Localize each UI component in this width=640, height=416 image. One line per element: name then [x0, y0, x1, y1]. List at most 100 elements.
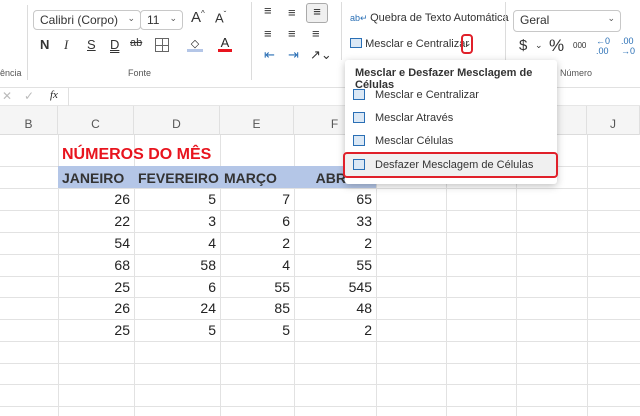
data-cell[interactable]: 2	[294, 319, 376, 341]
font-size-value: 11	[147, 13, 160, 27]
data-cell[interactable]: 48	[294, 297, 376, 319]
font-name-select[interactable]: Calibri (Corpo) ⌄	[33, 10, 141, 30]
number-format-value: Geral	[520, 13, 550, 27]
data-cell[interactable]: 2	[220, 232, 294, 254]
fx-icon[interactable]: fx	[50, 89, 58, 101]
chevron-down-icon: ⌄	[607, 13, 615, 23]
thousands-button[interactable]: 000	[573, 41, 586, 50]
group-label-font: Fonte	[128, 68, 152, 78]
group-label-prev: ência	[0, 68, 22, 78]
percent-button[interactable]: %	[549, 36, 564, 56]
column-header-E[interactable]: E	[220, 106, 294, 135]
increase-indent-icon[interactable]: ⇥	[288, 47, 299, 63]
merge-dropdown-button[interactable]: ⌄	[461, 34, 473, 54]
data-cell[interactable]: 5	[134, 319, 220, 341]
data-cell[interactable]: 55	[294, 254, 376, 276]
divider	[341, 2, 342, 60]
increase-decimal-icon[interactable]: ←0.00	[596, 36, 610, 56]
merge-cells-icon	[353, 135, 365, 146]
data-cell[interactable]: 24	[134, 297, 220, 319]
menu-item-merge-center[interactable]: Mesclar e Centralizar	[345, 84, 557, 106]
chevron-down-icon: ⌄	[169, 13, 177, 23]
column-header-D[interactable]: D	[134, 106, 220, 135]
align-bottom-icon[interactable]: ≡	[306, 3, 328, 23]
data-cell[interactable]: 68	[58, 254, 134, 276]
sheet-title[interactable]: NÚMEROS DO MÊS	[62, 146, 211, 164]
currency-button[interactable]: $	[519, 37, 527, 54]
row-line	[0, 406, 640, 407]
data-cell[interactable]: 26	[58, 188, 134, 210]
menu-item-label: Mesclar e Centralizar	[375, 89, 479, 101]
divider	[251, 2, 252, 80]
divider	[27, 5, 28, 80]
data-cell[interactable]: 65	[294, 188, 376, 210]
data-cell[interactable]: 85	[220, 297, 294, 319]
chevron-down-icon: ⌄	[127, 13, 135, 23]
decrease-decimal-icon[interactable]: .00 →0	[621, 36, 635, 56]
data-cell[interactable]: 33	[294, 210, 376, 232]
group-label-number: Número	[560, 68, 593, 78]
number-format-select[interactable]: Geral ⌄	[513, 10, 621, 32]
align-left-icon[interactable]: ≡	[264, 26, 272, 41]
data-cell[interactable]: 7	[220, 188, 294, 210]
shrink-font-button[interactable]: Aˇ	[215, 10, 226, 25]
menu-item-merge-across[interactable]: Mesclar Através	[345, 107, 557, 129]
data-cell[interactable]: 2	[294, 232, 376, 254]
data-cell[interactable]: 545	[294, 276, 376, 298]
row-line	[0, 341, 640, 342]
row-line	[0, 363, 640, 364]
data-cell[interactable]: 4	[134, 232, 220, 254]
fill-color-icon[interactable]: ◇	[187, 37, 203, 52]
merge-dropdown-menu: Mesclar e Desfazer Mesclagem de Células …	[343, 60, 558, 184]
font-name-value: Calibri (Corpo)	[40, 13, 119, 27]
data-cell[interactable]: 22	[58, 210, 134, 232]
confirm-icon[interactable]: ✓	[24, 89, 34, 103]
merge-center-icon	[353, 89, 365, 100]
strikethrough-button[interactable]: ab	[130, 37, 142, 49]
column-header-B[interactable]: B	[0, 106, 58, 135]
align-right-icon[interactable]: ≡	[312, 26, 320, 41]
column-header-C[interactable]: C	[58, 106, 134, 135]
align-center-icon[interactable]: ≡	[288, 26, 296, 41]
wrap-text-label: Quebra de Texto Automática	[370, 12, 509, 24]
merge-icon	[350, 38, 362, 48]
align-top-icon[interactable]: ≡	[264, 3, 272, 18]
menu-item-merge-cells[interactable]: Mesclar Células	[345, 130, 557, 152]
data-cell[interactable]: 5	[134, 188, 220, 210]
data-cell[interactable]: 58	[134, 254, 220, 276]
wrap-text-button[interactable]: ab↵ Quebra de Texto Automática	[350, 12, 509, 24]
data-cell[interactable]: 4	[220, 254, 294, 276]
data-cell[interactable]: 25	[58, 319, 134, 341]
header-cell[interactable]: JANEIRO	[58, 166, 134, 188]
data-cell[interactable]: 26	[58, 297, 134, 319]
row-line	[0, 384, 640, 385]
cancel-icon[interactable]: ✕	[2, 89, 12, 103]
decrease-indent-icon[interactable]: ⇤	[264, 47, 275, 63]
grow-font-button[interactable]: A^	[191, 9, 205, 26]
orientation-icon[interactable]: ↗⌄	[310, 47, 332, 63]
chevron-down-icon[interactable]: ⌄	[535, 40, 543, 51]
data-cell[interactable]: 6	[220, 210, 294, 232]
align-middle-icon[interactable]: ≡	[288, 5, 296, 20]
column-header-J[interactable]: J	[587, 106, 640, 135]
highlight-outline	[343, 152, 558, 178]
data-cell[interactable]: 25	[58, 276, 134, 298]
font-color-icon[interactable]: A	[218, 35, 232, 52]
chevron-down-icon: ⌄	[464, 38, 472, 48]
italic-button[interactable]: I	[64, 37, 68, 53]
bold-button[interactable]: N	[40, 37, 49, 52]
header-cell[interactable]: FEVEREIRO	[134, 166, 220, 188]
data-cell[interactable]: 6	[134, 276, 220, 298]
menu-item-label: Mesclar Através	[375, 112, 454, 124]
header-cell[interactable]: MARÇO	[220, 166, 294, 188]
underline-button[interactable]: S	[87, 37, 96, 52]
double-underline-button[interactable]: D	[110, 37, 119, 52]
merge-across-icon	[353, 112, 365, 123]
data-cell[interactable]: 5	[220, 319, 294, 341]
font-size-select[interactable]: 11 ⌄	[140, 10, 183, 30]
data-cell[interactable]: 54	[58, 232, 134, 254]
data-cell[interactable]: 55	[220, 276, 294, 298]
merge-center-button[interactable]: Mesclar e Centralizar	[350, 38, 469, 50]
data-cell[interactable]: 3	[134, 210, 220, 232]
borders-icon[interactable]	[155, 38, 169, 52]
